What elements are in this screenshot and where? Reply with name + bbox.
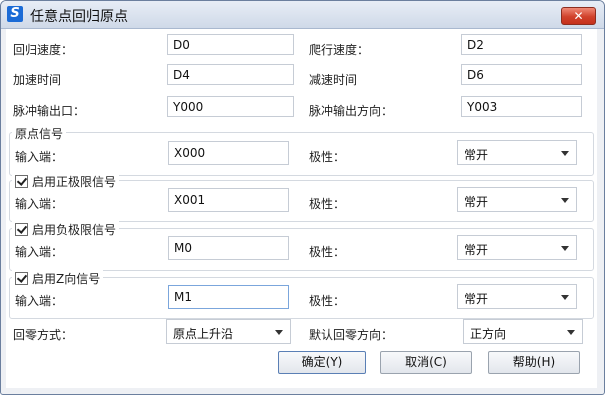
z-signal-polarity-label: 极性：	[309, 294, 346, 308]
chevron-down-icon	[561, 295, 569, 300]
origin-polarity-select[interactable]: 常开	[457, 140, 577, 165]
return-mode-label: 回零方式：	[13, 328, 74, 342]
window-title: 任意点回归原点	[30, 9, 128, 25]
chevron-down-icon	[561, 198, 569, 203]
ok-button[interactable]: 确定(Y)	[278, 351, 366, 374]
neg-limit-title-wrap[interactable]: 启用负极限信号	[12, 221, 120, 238]
return-mode-select[interactable]: 原点上升沿	[166, 319, 291, 344]
neg-limit-polarity-value: 常开	[464, 243, 489, 257]
pos-limit-input-field[interactable]	[168, 188, 289, 212]
return-direction-select[interactable]: 正方向	[463, 319, 583, 344]
title-bar[interactable]: S 任意点回归原点 ✕	[1, 1, 604, 29]
neg-limit-input-label: 输入端：	[15, 245, 64, 259]
z-signal-polarity-value: 常开	[464, 292, 489, 306]
pulse-direction-input[interactable]	[461, 96, 582, 117]
neg-limit-title: 启用负极限信号	[32, 223, 117, 237]
pulse-output-input[interactable]	[167, 96, 294, 117]
neg-limit-polarity-select[interactable]: 常开	[457, 235, 577, 260]
return-mode-value: 原点上升沿	[173, 327, 234, 341]
close-button[interactable]: ✕	[561, 7, 596, 25]
origin-polarity-label: 极性：	[309, 150, 346, 164]
origin-input-label: 输入端：	[15, 150, 64, 164]
chevron-down-icon	[561, 151, 569, 156]
crawl-speed-label: 爬行速度：	[309, 43, 370, 57]
z-signal-input-field[interactable]	[168, 285, 289, 309]
dialog-window: S 任意点回归原点 ✕ 回归速度： 爬行速度： 加速时间 减速时间 脉冲输出口：…	[0, 0, 605, 395]
return-speed-label: 回归速度：	[13, 43, 74, 57]
neg-limit-checkbox[interactable]	[15, 223, 28, 236]
origin-signal-title: 原点信号	[12, 125, 67, 142]
return-direction-label: 默认回零方向：	[309, 328, 394, 342]
neg-limit-polarity-label: 极性：	[309, 245, 346, 259]
dialog-content: 回归速度： 爬行速度： 加速时间 减速时间 脉冲输出口： 脉冲输出方向： 原点信…	[6, 29, 597, 388]
neg-limit-input-field[interactable]	[168, 236, 289, 260]
z-signal-checkbox[interactable]	[15, 272, 28, 285]
pos-limit-polarity-value: 常开	[464, 195, 489, 209]
help-button[interactable]: 帮助(H)	[488, 351, 580, 374]
z-signal-title: 启用Z向信号	[32, 272, 101, 286]
z-signal-input-label: 输入端：	[15, 294, 64, 308]
pulse-output-label: 脉冲输出口：	[13, 104, 86, 118]
return-direction-value: 正方向	[470, 327, 507, 341]
accel-time-input[interactable]	[167, 64, 294, 85]
origin-polarity-value: 常开	[464, 148, 489, 162]
chevron-down-icon	[275, 330, 283, 335]
app-logo-icon: S	[7, 6, 23, 22]
chevron-down-icon	[561, 246, 569, 251]
pulse-direction-label: 脉冲输出方向：	[309, 104, 394, 118]
cancel-button[interactable]: 取消(C)	[380, 351, 472, 374]
return-speed-input[interactable]	[167, 34, 294, 55]
pos-limit-checkbox[interactable]	[15, 175, 28, 188]
decel-time-input[interactable]	[461, 64, 582, 85]
origin-input-field[interactable]	[168, 141, 289, 165]
z-signal-polarity-select[interactable]: 常开	[457, 284, 577, 309]
chevron-down-icon	[567, 330, 575, 335]
pos-limit-title-wrap[interactable]: 启用正极限信号	[12, 173, 120, 190]
pos-limit-polarity-label: 极性：	[309, 197, 346, 211]
pos-limit-title: 启用正极限信号	[32, 175, 117, 189]
pos-limit-polarity-select[interactable]: 常开	[457, 187, 577, 212]
pos-limit-input-label: 输入端：	[15, 197, 64, 211]
crawl-speed-input[interactable]	[461, 34, 582, 55]
decel-time-label: 减速时间	[309, 73, 358, 87]
accel-time-label: 加速时间	[13, 73, 62, 87]
z-signal-title-wrap[interactable]: 启用Z向信号	[12, 270, 104, 287]
